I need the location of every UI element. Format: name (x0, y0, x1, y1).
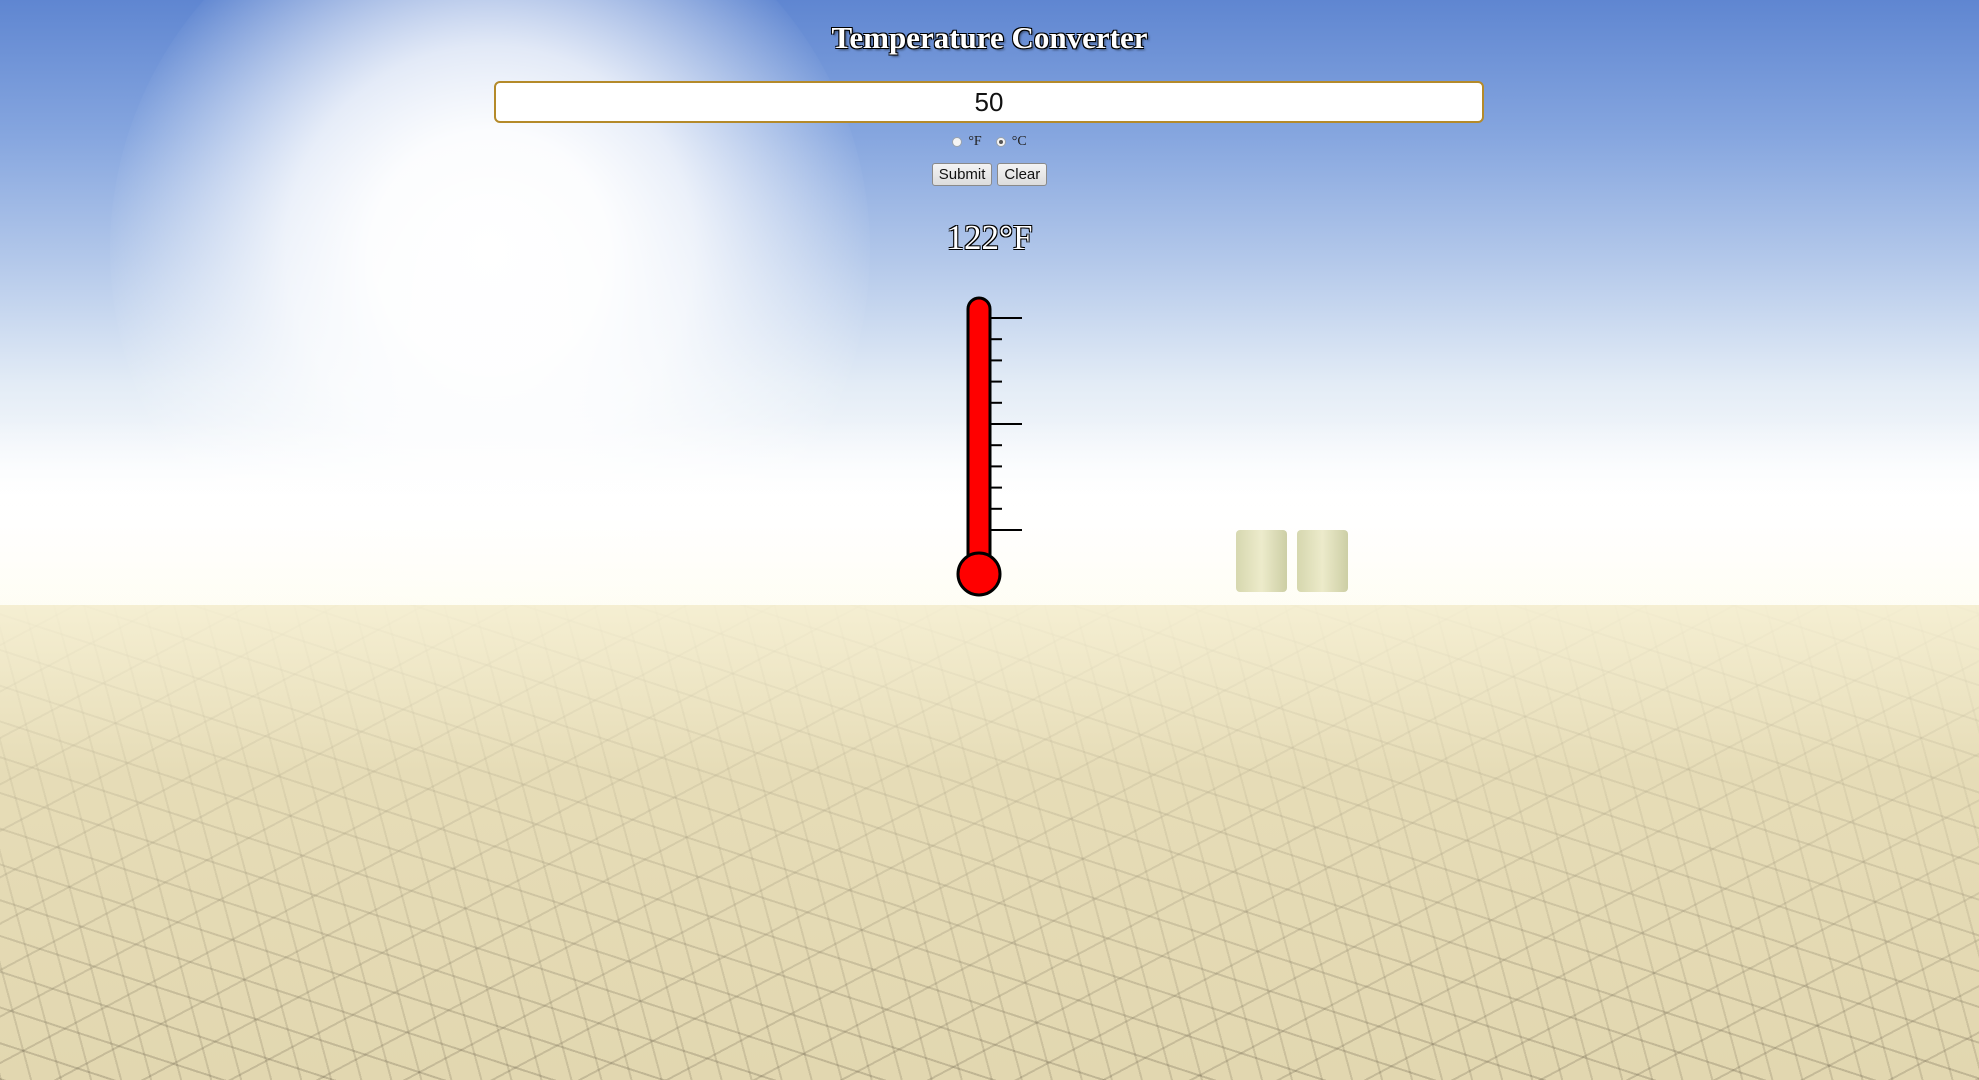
thermometer-scale (990, 317, 1022, 531)
unit-option-fahrenheit[interactable]: °F (952, 134, 982, 150)
celsius-radio[interactable] (995, 137, 1006, 147)
thermometer-bulb (956, 551, 1002, 597)
clear-button[interactable]: Clear (997, 163, 1048, 186)
converter-app: Temperature Converter °F °C Submit Clear… (0, 0, 1979, 1080)
page-title: Temperature Converter (831, 20, 1148, 55)
unit-radio-group: °F °C (0, 134, 1979, 150)
fahrenheit-radio[interactable] (952, 137, 963, 147)
result-text: 122°F (946, 218, 1033, 257)
action-buttons: Submit Clear (0, 163, 1979, 186)
submit-button[interactable]: Submit (931, 163, 993, 186)
thermometer-tube (966, 296, 992, 568)
thermometer-icon (956, 296, 1022, 597)
unit-option-celsius[interactable]: °C (995, 134, 1027, 150)
temperature-input[interactable] (494, 81, 1484, 123)
celsius-label: °C (1011, 134, 1027, 149)
fahrenheit-label: °F (968, 134, 982, 149)
